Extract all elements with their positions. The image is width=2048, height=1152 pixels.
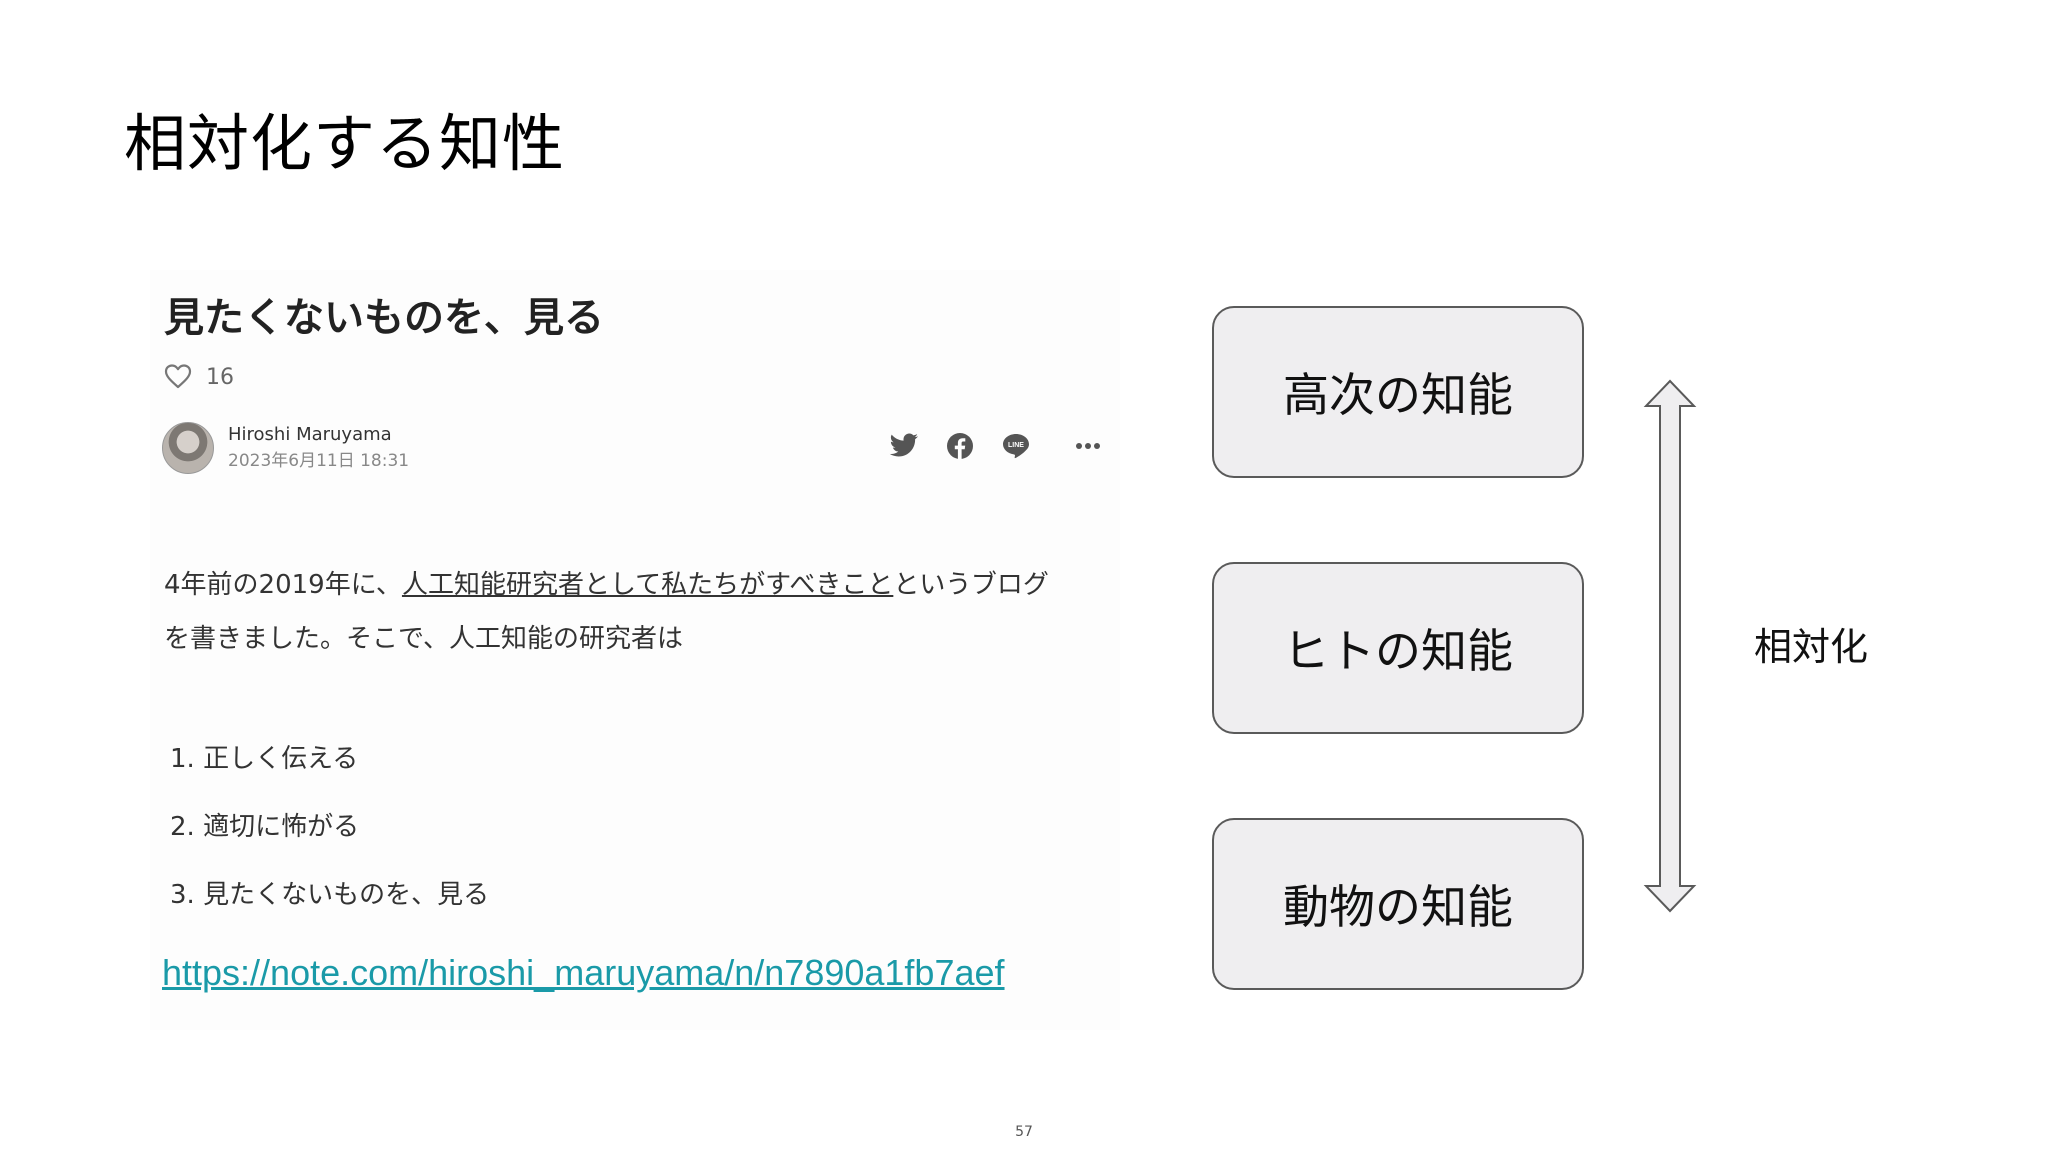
blog-screenshot: 見たくないものを、見る 16 Hiroshi Maruyama 2023年6月1… (150, 270, 1120, 1030)
avatar[interactable] (162, 422, 214, 474)
body-line-1: 4年前の2019年に、人工知能研究者として私たちがすべきことというブログ (164, 558, 1104, 612)
list-item: 1. 正しく伝える (170, 744, 359, 774)
double-arrow-icon (1643, 379, 1697, 913)
facebook-icon[interactable] (944, 430, 976, 462)
body-suffix: というブログ (893, 570, 1049, 600)
body-line-2: を書きました。そこで、人工知能の研究者は (164, 624, 683, 654)
previous-blog-link[interactable]: 人工知能研究者として私たちがすべきこと (402, 570, 893, 600)
author-name[interactable]: Hiroshi Maruyama (228, 423, 409, 447)
more-icon[interactable] (1072, 430, 1104, 462)
blog-body: 4年前の2019年に、人工知能研究者として私たちがすべきことというブログ を書き… (164, 558, 1104, 666)
list-item: 3. 見たくないものを、見る (170, 880, 490, 910)
line-icon[interactable]: LINE (1000, 430, 1032, 462)
list-item: 2. 適切に怖がる (170, 812, 360, 842)
animal-intelligence-box: 動物の知能 (1212, 818, 1584, 990)
heart-icon[interactable] (164, 363, 192, 393)
post-date: 2023年6月11日 18:31 (228, 451, 410, 471)
author-row: Hiroshi Maruyama 2023年6月11日 18:31 (162, 422, 409, 474)
relativization-label: 相対化 (1754, 625, 1869, 669)
share-row: LINE (888, 430, 1104, 462)
like-row: 16 (164, 362, 234, 394)
human-intelligence-box: ヒトの知能 (1212, 562, 1584, 734)
page-number: 57 (1015, 1124, 1033, 1140)
svg-text:LINE: LINE (1008, 442, 1024, 449)
higher-intelligence-box: 高次の知能 (1212, 306, 1584, 478)
body-prefix: 4年前の2019年に、 (164, 570, 402, 600)
twitter-icon[interactable] (888, 430, 920, 462)
slide-title: 相対化する知性 (124, 107, 566, 180)
blog-title: 見たくないものを、見る (164, 295, 604, 341)
blog-list: 1. 正しく伝える 2. 適切に怖がる 3. 見たくないものを、見る (170, 725, 489, 929)
like-count: 16 (206, 365, 234, 390)
note-url-link[interactable]: https://note.com/hiroshi_maruyama/n/n789… (162, 950, 1005, 996)
